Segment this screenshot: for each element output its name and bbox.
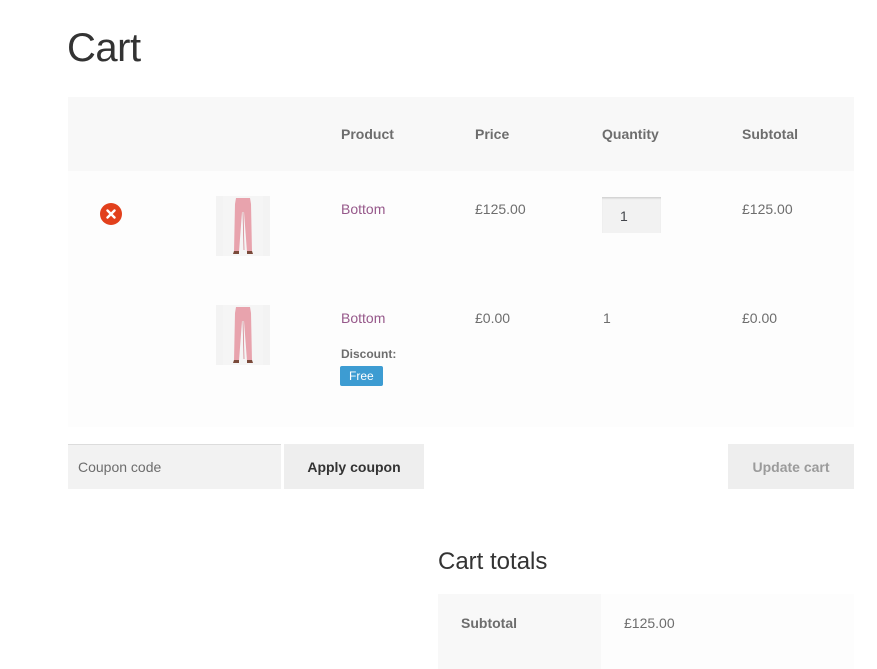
discount-label: Discount: [341,347,397,361]
header-subtotal: Subtotal [742,126,798,142]
discount-badge: Free [340,366,383,386]
totals-subtotal-cell: £125.00 [601,594,854,669]
pants-image [223,196,263,256]
header-quantity: Quantity [602,126,659,142]
totals-subtotal-label: Subtotal [461,615,517,631]
header-product: Product [341,126,394,142]
price-value: £125.00 [475,201,526,217]
product-link[interactable]: Bottom [341,201,385,217]
cart-table: Product Price Quantity Subtotal Bottom £ [68,97,854,427]
subtotal-value: £0.00 [742,310,778,326]
header-price: Price [475,126,510,142]
product-link[interactable]: Bottom [341,310,385,326]
cart-table-body: Bottom £125.00 £125.00 Bottom Discount: … [68,171,854,427]
page-title: Cart [67,26,141,70]
table-row: Bottom £125.00 £125.00 [68,171,854,280]
cart-totals-table: Subtotal £125.00 [438,594,854,669]
quantity-input[interactable] [602,197,661,233]
cart-totals-title: Cart totals [438,548,548,575]
update-cart-button[interactable]: Update cart [728,444,854,489]
totals-subtotal-value: £125.00 [624,615,675,631]
totals-subtotal-header: Subtotal [438,594,601,669]
pants-image [223,305,263,365]
product-thumbnail[interactable] [216,196,270,256]
cart-table-header: Product Price Quantity Subtotal [68,97,854,171]
subtotal-value: £125.00 [742,201,793,217]
close-icon [106,209,116,219]
price-value: £0.00 [475,310,511,326]
quantity-value: 1 [603,310,611,326]
product-thumbnail[interactable] [216,305,270,365]
table-row: Bottom Discount: Free £0.00 1 £0.00 [68,280,854,427]
remove-item-button[interactable] [100,203,122,225]
coupon-code-input[interactable] [68,444,281,489]
apply-coupon-button[interactable]: Apply coupon [284,444,424,489]
